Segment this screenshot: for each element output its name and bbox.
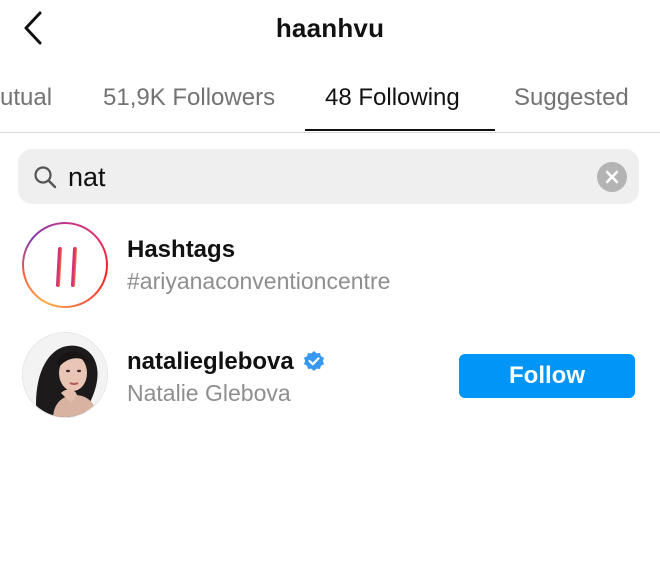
tab-following[interactable]: 48 Following bbox=[325, 84, 460, 112]
profile-photo bbox=[23, 333, 107, 417]
result-user[interactable]: natalieglebova Natalie Glebova Follow bbox=[0, 330, 660, 430]
tab-followers[interactable]: 51,9K Followers bbox=[103, 84, 275, 112]
avatar bbox=[22, 332, 108, 418]
search-icon bbox=[34, 166, 57, 189]
result-title: natalieglebova bbox=[127, 348, 326, 376]
verified-badge-icon bbox=[303, 351, 324, 371]
close-icon bbox=[605, 170, 619, 184]
top-bar: haanhvu bbox=[0, 0, 660, 62]
hashtag-avatar bbox=[22, 222, 108, 308]
hashtag-icon bbox=[47, 247, 86, 287]
tab-suggested[interactable]: Suggested bbox=[514, 84, 629, 112]
result-subtitle: #ariyanaconventioncentre bbox=[127, 268, 391, 294]
tab-bar: Mutual 51,9K Followers 48 Following Sugg… bbox=[0, 66, 660, 133]
username: natalieglebova bbox=[127, 348, 294, 375]
active-tab-indicator bbox=[305, 129, 495, 131]
page-title: haanhvu bbox=[275, 13, 385, 43]
full-name: Natalie Glebova bbox=[127, 380, 291, 406]
search-input[interactable] bbox=[68, 157, 588, 197]
tab-mutual[interactable]: Mutual bbox=[0, 84, 52, 112]
follow-button[interactable]: Follow bbox=[459, 354, 635, 398]
result-hashtags[interactable]: Hashtags #ariyanaconventioncentre bbox=[0, 218, 660, 318]
search-bar bbox=[18, 149, 639, 204]
clear-search-button[interactable] bbox=[597, 162, 627, 192]
result-title: Hashtags bbox=[127, 236, 236, 263]
